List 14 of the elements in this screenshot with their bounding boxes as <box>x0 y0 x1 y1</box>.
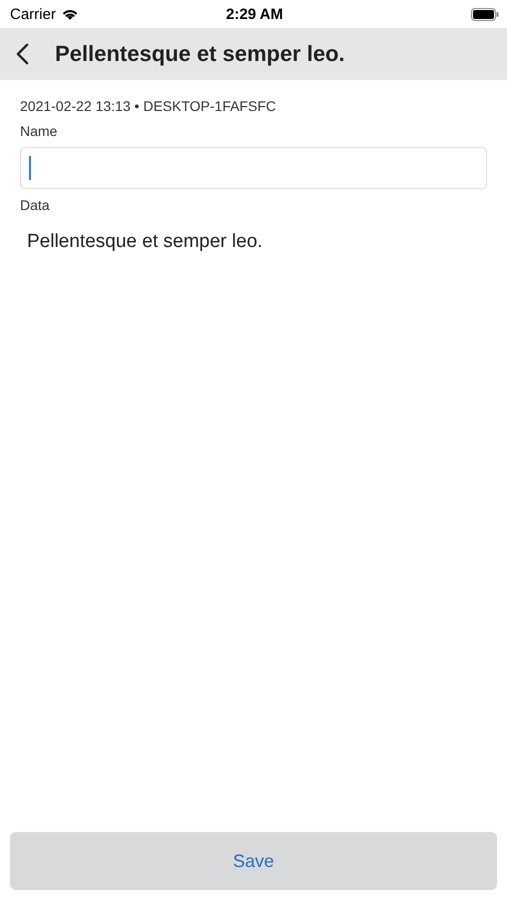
battery-icon <box>471 8 499 20</box>
data-label: Data <box>20 197 51 213</box>
page-title: Pellentesque et semper leo. <box>55 41 345 67</box>
wifi-icon <box>60 8 79 20</box>
name-label: Name <box>20 123 58 139</box>
timestamp-device-label: 2021-02-22 13:13 • DESKTOP-1FAFSFC <box>20 98 277 114</box>
text-cursor <box>29 156 31 180</box>
clock-time: 2:29 AM <box>226 6 283 22</box>
carrier-label: Carrier <box>10 6 56 22</box>
name-input-field[interactable] <box>20 147 487 189</box>
back-button[interactable] <box>14 41 31 67</box>
data-text: Pellentesque et semper leo. <box>26 231 264 253</box>
save-button[interactable]: Save <box>10 832 497 890</box>
chevron-left-icon <box>16 43 29 65</box>
